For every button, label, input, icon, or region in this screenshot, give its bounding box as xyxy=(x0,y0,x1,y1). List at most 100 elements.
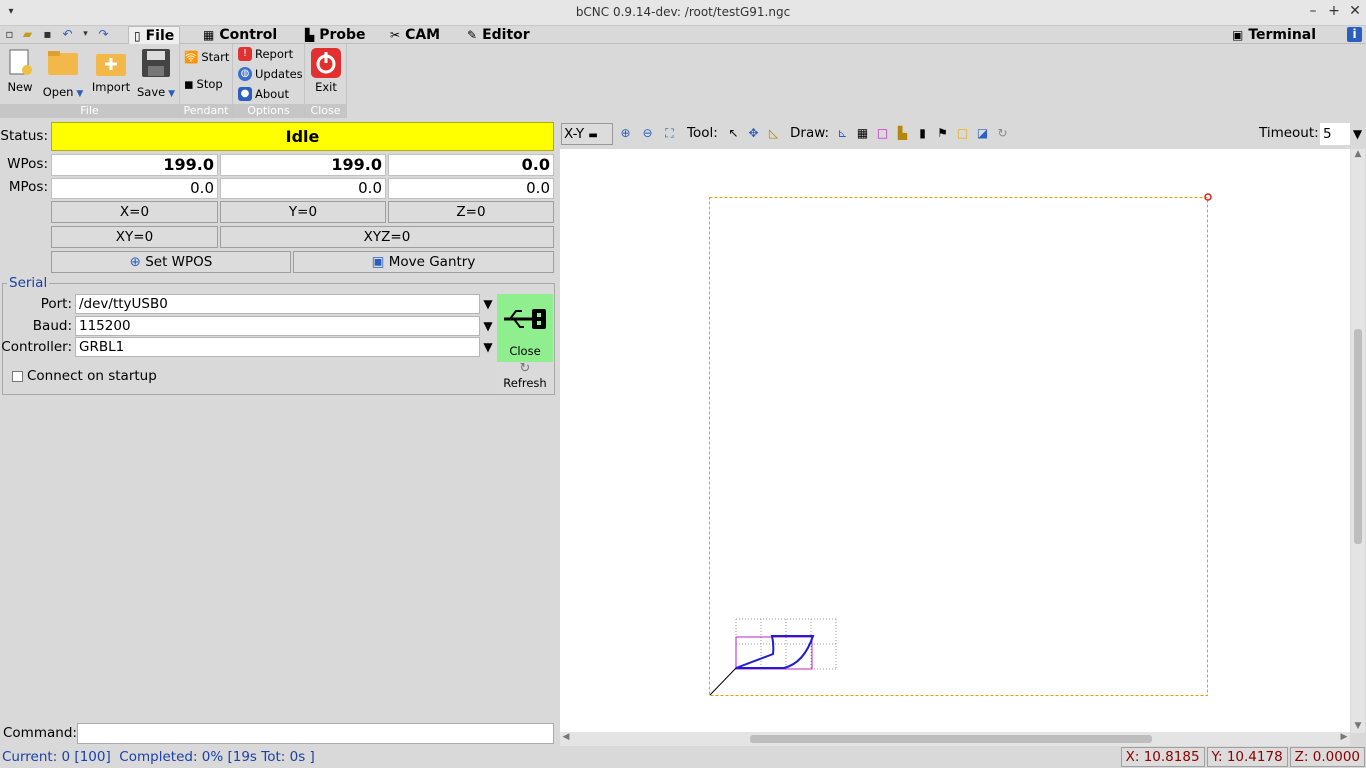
about-button[interactable]: ● About xyxy=(238,85,289,103)
open-dropdown-icon[interactable]: ▼ xyxy=(73,89,83,99)
zero-xyz-button[interactable]: XYZ=0 xyxy=(220,226,554,248)
zero-y-button[interactable]: Y=0 xyxy=(220,201,386,223)
save-icon[interactable]: ▪ xyxy=(40,27,55,42)
pendant-start-icon: 🛜 xyxy=(184,50,199,64)
redraw-icon[interactable]: ↻ xyxy=(994,125,1011,142)
connect-on-startup-checkbox[interactable] xyxy=(12,371,23,382)
vertical-scroll-thumb[interactable] xyxy=(1354,329,1362,544)
redo-icon[interactable]: ↷ xyxy=(96,27,111,42)
mpos-x: 0.0 xyxy=(51,178,218,199)
mpos-label: MPos: xyxy=(8,179,48,195)
draw-camera-icon[interactable]: ◪ xyxy=(974,125,991,142)
group-label-pendant: Pendant xyxy=(180,104,232,118)
tab-editor[interactable]: ✎ Editor xyxy=(467,26,530,44)
gantry-icon: ▣ xyxy=(371,254,385,270)
pendant-stop-button[interactable]: ◼ Stop xyxy=(184,75,223,93)
port-dropdown-icon[interactable]: ▼ xyxy=(480,294,496,314)
save-dropdown-icon[interactable]: ▼ xyxy=(165,89,175,99)
left-panel: Status: Idle WPos: 199.0 199.0 0.0 MPos:… xyxy=(0,118,557,746)
group-label-options: Options xyxy=(233,104,304,118)
draw-probe-icon[interactable]: ▙ xyxy=(894,125,911,142)
group-label-close: Close xyxy=(305,104,346,118)
scroll-right-icon[interactable]: ▶ xyxy=(1338,732,1350,746)
new-file-icon[interactable]: ▫ xyxy=(2,27,17,42)
scroll-down-icon[interactable]: ▼ xyxy=(1351,721,1365,733)
undo-icon[interactable]: ↶ xyxy=(60,27,75,42)
about-user-icon: ● xyxy=(238,87,252,101)
draw-grid-icon[interactable]: ▦ xyxy=(854,125,871,142)
horizontal-scrollbar[interactable]: ◀ ▶ xyxy=(560,732,1350,746)
draw-bounds-icon[interactable]: □ xyxy=(954,125,971,142)
pendant-start-button[interactable]: 🛜 Start xyxy=(184,48,229,66)
undo-dropdown-icon[interactable]: ▾ xyxy=(78,27,93,42)
import-button[interactable]: Import xyxy=(90,46,132,94)
toolpath-drawing xyxy=(709,193,1212,696)
wpos-y[interactable]: 199.0 xyxy=(220,154,386,176)
zero-z-button[interactable]: Z=0 xyxy=(388,201,554,223)
select-tool-icon[interactable]: ↖ xyxy=(725,125,742,142)
coord-z: Z: 0.0000 xyxy=(1289,747,1365,767)
draw-rapid-icon[interactable]: ⚑ xyxy=(934,125,951,142)
open-button[interactable]: Open ▼ xyxy=(40,46,86,99)
baud-combobox[interactable]: 115200 xyxy=(75,316,480,336)
serial-refresh-button[interactable]: ↻ Refresh xyxy=(497,362,553,394)
serial-close-button[interactable]: Close xyxy=(497,294,553,362)
zero-x-button[interactable]: X=0 xyxy=(51,201,218,223)
ruler-tool-icon[interactable]: ◺ xyxy=(765,125,782,142)
group-label-file: File xyxy=(0,104,179,118)
wpos-x[interactable]: 199.0 xyxy=(51,154,218,176)
zoom-in-icon[interactable]: ⊕ xyxy=(617,125,634,142)
draw-label: Draw: xyxy=(790,125,830,141)
tab-cam[interactable]: ✂ CAM xyxy=(390,26,440,44)
close-window-icon[interactable]: ✕ xyxy=(1346,3,1364,19)
tab-file[interactable]: ▯ File xyxy=(128,26,181,44)
zero-xy-button[interactable]: XY=0 xyxy=(51,226,218,248)
controller-dropdown-icon[interactable]: ▼ xyxy=(480,337,496,357)
toolpath-line xyxy=(735,635,815,669)
controller-combobox[interactable]: GRBL1 xyxy=(75,337,480,357)
mpos-y: 0.0 xyxy=(220,178,386,199)
open-folder-icon xyxy=(47,46,79,80)
minimize-icon[interactable]: – xyxy=(1304,3,1322,19)
report-button[interactable]: ! Report xyxy=(238,45,293,63)
exit-button[interactable]: Exit xyxy=(308,46,344,94)
ribbon-group-file: New Open ▼ Import Save ▼ File xyxy=(0,44,180,118)
updates-button[interactable]: ◍ Updates xyxy=(238,65,303,83)
status-indicator: Idle xyxy=(51,122,554,151)
tab-probe[interactable]: ▙ Probe xyxy=(305,26,366,44)
timeout-dropdown-icon[interactable]: ▼ xyxy=(1350,123,1365,145)
draw-workarea-icon[interactable]: ▮ xyxy=(914,125,931,142)
scroll-left-icon[interactable]: ◀ xyxy=(560,732,572,746)
refresh-icon: ↻ xyxy=(519,361,531,376)
view-select[interactable]: X-Y ▬ xyxy=(561,123,613,145)
timeout-spinbox[interactable]: 5 xyxy=(1320,123,1350,145)
file-tab-icon: ▯ xyxy=(134,28,141,43)
pendant-stop-icon: ◼ xyxy=(184,77,194,91)
open-folder-icon[interactable]: ▰ xyxy=(20,27,35,42)
zoom-out-icon[interactable]: ⊖ xyxy=(639,125,656,142)
move-gantry-button[interactable]: ▣ Move Gantry xyxy=(293,251,554,273)
pan-tool-icon[interactable]: ✥ xyxy=(745,125,762,142)
horizontal-scroll-thumb[interactable] xyxy=(750,735,1152,743)
vertical-scrollbar[interactable]: ▲ ▼ xyxy=(1351,149,1365,733)
command-input[interactable] xyxy=(77,723,554,744)
new-file-icon xyxy=(4,46,36,80)
tool-label: Tool: xyxy=(687,125,718,141)
set-wpos-button[interactable]: ⊕ Set WPOS xyxy=(51,251,291,273)
save-button[interactable]: Save ▼ xyxy=(134,46,178,99)
draw-margins-icon[interactable]: □ xyxy=(874,125,891,142)
draw-axes-icon[interactable]: ⊾ xyxy=(834,125,851,142)
tab-control[interactable]: ▦ Control xyxy=(203,26,277,44)
maximize-icon[interactable]: + xyxy=(1325,3,1343,19)
info-icon[interactable]: i xyxy=(1347,27,1362,42)
toolpath-canvas[interactable] xyxy=(560,149,1350,733)
tab-bar: ▫ ▰ ▪ ↶ ▾ ↷ ▯ File ▦ Control ▙ Probe ✂ CAM ✎… xyxy=(0,26,1366,44)
tab-terminal[interactable]: ▣ Terminal xyxy=(1232,26,1316,44)
control-tab-icon: ▦ xyxy=(203,28,215,42)
wpos-z[interactable]: 0.0 xyxy=(388,154,554,176)
scroll-up-icon[interactable]: ▲ xyxy=(1351,149,1365,161)
baud-dropdown-icon[interactable]: ▼ xyxy=(480,316,496,336)
new-button[interactable]: New xyxy=(2,46,38,94)
port-combobox[interactable]: /dev/ttyUSB0 xyxy=(75,294,480,314)
zoom-fit-icon[interactable]: ⛶ xyxy=(661,125,678,142)
